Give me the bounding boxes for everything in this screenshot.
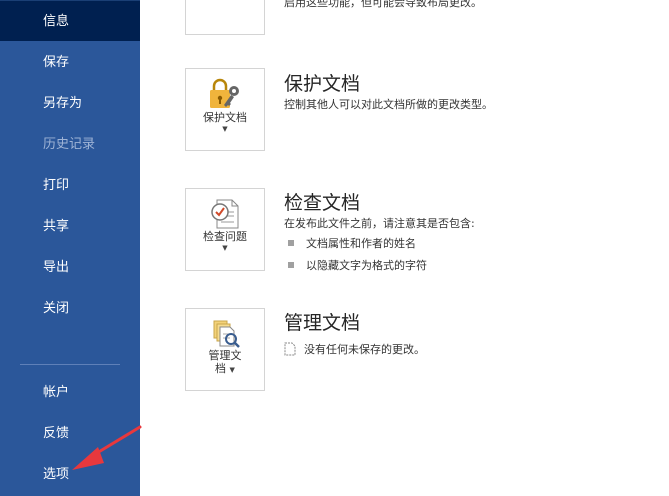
manage-versions-icon	[213, 320, 240, 348]
manage-document-button[interactable]: 管理文 档 ▼	[185, 308, 265, 391]
convert-button[interactable]: 转换	[185, 0, 265, 35]
protect-document-title: 保护文档	[284, 73, 361, 95]
manage-document-status: 没有任何未保存的更改。	[284, 341, 425, 357]
dropdown-caret-icon: ▼	[229, 366, 235, 374]
inspect-bullet-2: 以隐藏文字为格式的字符	[288, 257, 427, 273]
inspect-document-icon	[211, 199, 239, 229]
inspect-document-description: 在发布此文件之前，请注意其是否包含:	[284, 217, 475, 230]
convert-button-label: 转换	[186, 0, 264, 1]
manage-document-button-label-1: 管理文	[208, 349, 242, 362]
check-for-issues-button[interactable]: 检查问题 ▼	[185, 188, 265, 271]
document-outline-icon	[284, 342, 296, 356]
info-content: 转换 启用这些功能，但可能会导致布局更改。 保护文档 ▼ 保护文档 控制其他人可…	[140, 0, 669, 496]
bullet-square-icon	[288, 240, 294, 246]
protect-document-button-label: 保护文档	[203, 111, 247, 124]
convert-description: 启用这些功能，但可能会导致布局更改。	[284, 0, 482, 9]
dropdown-caret-icon: ▼	[222, 244, 228, 252]
manage-document-title: 管理文档	[284, 312, 361, 334]
inspect-document-title: 检查文档	[284, 192, 361, 214]
inspect-bullet-1: 文档属性和作者的姓名	[288, 235, 416, 251]
protect-document-description: 控制其他人可以对此文档所做的更改类型。	[284, 98, 493, 111]
dropdown-caret-icon: ▼	[222, 125, 228, 133]
protect-document-button[interactable]: 保护文档 ▼	[185, 68, 265, 151]
check-for-issues-button-label: 检查问题	[203, 230, 247, 243]
bullet-square-icon	[288, 262, 294, 268]
manage-document-button-label-2: 档 ▼	[215, 362, 235, 375]
lock-key-icon	[210, 78, 239, 108]
